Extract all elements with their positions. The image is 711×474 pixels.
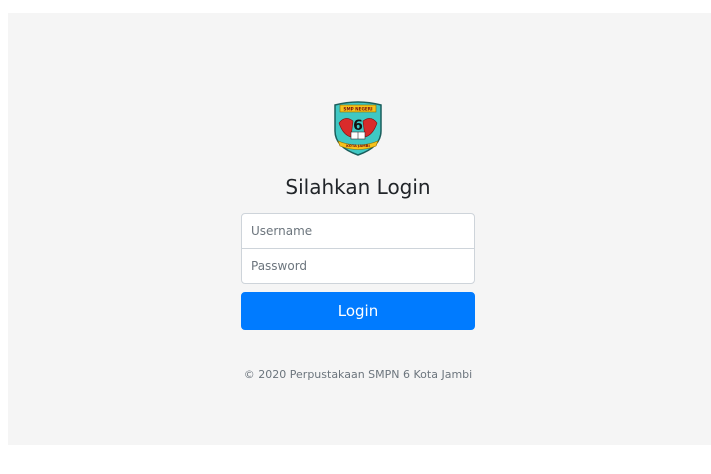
login-button[interactable]: Login [241,292,475,330]
svg-text:SMP NEGERI: SMP NEGERI [343,107,373,112]
username-input[interactable] [241,213,475,249]
copyright-text: © 2020 Perpustakaan SMPN 6 Kota Jambi [243,368,473,381]
svg-text:KOTA JAMBI: KOTA JAMBI [346,144,370,148]
page-title: Silahkan Login [285,175,431,199]
password-input[interactable] [241,248,475,284]
svg-text:6: 6 [353,118,363,134]
page-background: SMP NEGERI 6 KOTA JAMBI Silahkan Login L… [8,13,711,445]
login-form: SMP NEGERI 6 KOTA JAMBI Silahkan Login L… [241,97,475,392]
school-logo: SMP NEGERI 6 KOTA JAMBI [334,101,382,156]
